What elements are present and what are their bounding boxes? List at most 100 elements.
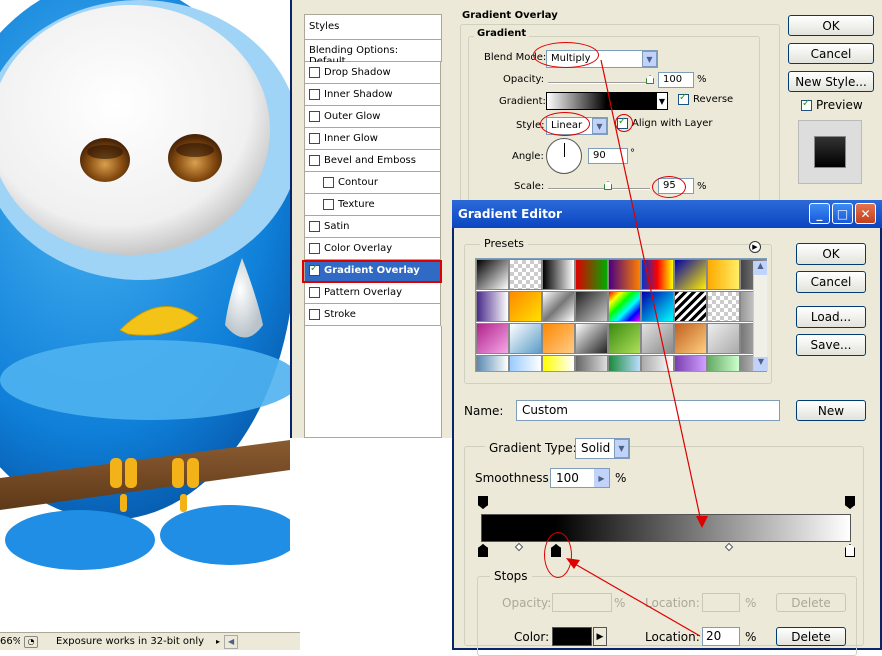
presets-grid[interactable] xyxy=(475,258,767,372)
preset-swatch[interactable] xyxy=(509,323,542,354)
reverse-checkbox[interactable]: Reverse xyxy=(678,92,733,105)
preset-swatch[interactable] xyxy=(641,355,674,371)
opacity-delete-button[interactable]: Delete xyxy=(776,593,846,612)
presets-scrollbar[interactable]: ▲ ▼ xyxy=(753,261,768,371)
style-item-contour[interactable]: Contour xyxy=(304,172,441,194)
style-item-checkbox[interactable] xyxy=(323,199,334,210)
preset-swatch[interactable] xyxy=(641,323,674,354)
ok-button[interactable]: OK xyxy=(788,15,874,36)
load-button[interactable]: Load... xyxy=(796,306,866,328)
preset-swatch[interactable] xyxy=(476,355,509,371)
angle-dial[interactable] xyxy=(546,138,582,174)
preset-swatch[interactable] xyxy=(674,259,707,290)
style-item-checkbox[interactable] xyxy=(309,89,320,100)
gradient-preview[interactable] xyxy=(546,92,656,110)
preset-swatch[interactable] xyxy=(509,355,542,371)
style-item-inner-shadow[interactable]: Inner Shadow xyxy=(304,84,441,106)
preset-swatch[interactable] xyxy=(575,355,608,371)
preset-swatch[interactable] xyxy=(509,259,542,290)
cancel-button[interactable]: Cancel xyxy=(788,43,874,64)
preset-swatch[interactable] xyxy=(542,259,575,290)
gradient-picker-arrow-icon[interactable]: ▼ xyxy=(656,92,668,110)
style-item-checkbox[interactable] xyxy=(309,221,320,232)
preset-swatch[interactable] xyxy=(674,355,707,371)
stop-color-arrow-icon[interactable]: ▶ xyxy=(593,627,607,646)
angle-input[interactable]: 90 xyxy=(588,148,628,164)
ge-cancel-button[interactable]: Cancel xyxy=(796,271,866,293)
minimize-icon[interactable]: _ xyxy=(809,203,830,224)
reverse-checkbox-box[interactable] xyxy=(678,92,689,105)
style-item-checkbox[interactable] xyxy=(309,309,320,320)
gradient-bar[interactable] xyxy=(481,514,851,542)
style-item-texture[interactable]: Texture xyxy=(304,194,441,216)
preset-swatch[interactable] xyxy=(641,291,674,322)
presets-menu-icon[interactable]: ▶ xyxy=(749,241,761,253)
style-dropdown-icon[interactable]: ▼ xyxy=(592,118,607,134)
preset-swatch[interactable] xyxy=(707,355,740,371)
color-delete-button[interactable]: Delete xyxy=(776,627,846,646)
style-item-checkbox[interactable] xyxy=(309,287,320,298)
preset-swatch[interactable] xyxy=(707,291,740,322)
style-item-satin[interactable]: Satin xyxy=(304,216,441,238)
zoom-level[interactable]: 66% xyxy=(0,636,20,647)
style-item-checkbox[interactable] xyxy=(309,243,320,254)
style-item-pattern-overlay[interactable]: Pattern Overlay xyxy=(304,282,441,304)
preview-checkbox-box[interactable] xyxy=(801,98,812,111)
document-canvas[interactable] xyxy=(0,0,290,632)
preset-swatch[interactable] xyxy=(476,291,509,322)
style-item-checkbox[interactable] xyxy=(323,177,334,188)
preset-swatch[interactable] xyxy=(608,291,641,322)
preset-swatch[interactable] xyxy=(575,323,608,354)
scroll-up-icon[interactable]: ▲ xyxy=(754,261,767,275)
preset-swatch[interactable] xyxy=(509,291,542,322)
styles-header[interactable]: Styles xyxy=(304,14,442,40)
save-button[interactable]: Save... xyxy=(796,334,866,356)
smoothness-arrow-icon[interactable]: ▶ xyxy=(594,469,609,487)
preset-swatch[interactable] xyxy=(608,355,641,371)
ge-ok-button[interactable]: OK xyxy=(796,243,866,265)
preset-swatch[interactable] xyxy=(542,355,575,371)
blend-mode-dropdown-icon[interactable]: ▼ xyxy=(642,51,657,67)
align-checkbox-box[interactable] xyxy=(617,116,628,129)
style-item-drop-shadow[interactable]: Drop Shadow xyxy=(304,62,441,84)
maximize-icon[interactable]: □ xyxy=(832,203,853,224)
preset-swatch[interactable] xyxy=(674,323,707,354)
scale-input[interactable]: 95 xyxy=(658,178,694,194)
style-item-checkbox[interactable] xyxy=(309,155,320,166)
preset-swatch[interactable] xyxy=(476,259,509,290)
status-info-icon[interactable]: ◔ xyxy=(24,635,38,648)
style-item-checkbox[interactable] xyxy=(309,111,320,122)
stop-location-input[interactable]: 20 xyxy=(702,627,740,646)
style-item-bevel-and-emboss[interactable]: Bevel and Emboss xyxy=(304,150,441,172)
gradient-type-dropdown-icon[interactable]: ▼ xyxy=(614,439,629,458)
opacity-slider[interactable] xyxy=(548,82,650,84)
stop-opacity-input[interactable] xyxy=(552,593,612,612)
scroll-left-arrow[interactable]: ◀ xyxy=(224,634,239,649)
preset-swatch[interactable] xyxy=(608,259,641,290)
preset-swatch[interactable] xyxy=(476,323,509,354)
preset-swatch[interactable] xyxy=(542,291,575,322)
preset-swatch[interactable] xyxy=(707,323,740,354)
stop-color-swatch[interactable] xyxy=(552,627,592,646)
preview-checkbox[interactable]: Preview xyxy=(801,98,863,112)
preset-swatch[interactable] xyxy=(641,259,674,290)
style-item-checkbox[interactable] xyxy=(309,67,320,78)
preset-swatch[interactable] xyxy=(674,291,707,322)
align-with-layer-checkbox[interactable]: Align with Layer xyxy=(617,116,713,129)
style-item-outer-glow[interactable]: Outer Glow xyxy=(304,106,441,128)
scale-slider[interactable] xyxy=(548,188,650,190)
close-icon[interactable]: ✕ xyxy=(855,203,876,224)
scroll-down-icon[interactable]: ▼ xyxy=(754,357,768,371)
style-item-inner-glow[interactable]: Inner Glow xyxy=(304,128,441,150)
preset-swatch[interactable] xyxy=(608,323,641,354)
name-input[interactable]: Custom xyxy=(516,400,780,421)
new-button[interactable]: New xyxy=(796,400,866,421)
new-style-button[interactable]: New Style... xyxy=(788,71,874,92)
preset-swatch[interactable] xyxy=(575,291,608,322)
status-menu-arrow[interactable]: ▸ xyxy=(216,637,220,646)
style-item-color-overlay[interactable]: Color Overlay xyxy=(304,238,441,260)
opacity-input[interactable]: 100 xyxy=(658,72,694,88)
style-item-stroke[interactable]: Stroke xyxy=(304,304,441,326)
stop-opacity-location-input[interactable] xyxy=(702,593,740,612)
preset-swatch[interactable] xyxy=(575,259,608,290)
